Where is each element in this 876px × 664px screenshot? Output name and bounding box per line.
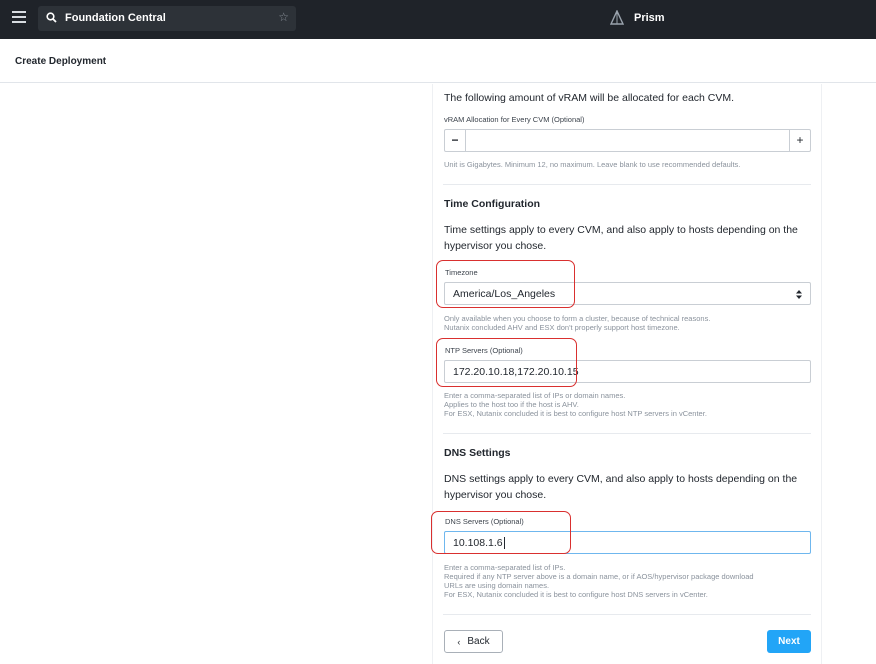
ntp-highlight: [436, 338, 577, 387]
dns-desc-line2: hypervisor you chose.: [444, 489, 547, 501]
select-arrows-icon: [796, 290, 802, 299]
time-config-heading: Time Configuration: [444, 198, 541, 210]
next-button-label: Next: [778, 636, 800, 647]
page-header: Create Deployment: [0, 39, 876, 83]
time-desc-line1: Time settings apply to every CVM, and al…: [444, 224, 798, 236]
star-icon[interactable]: ☆: [278, 10, 289, 24]
timezone-hint-line2: Nutanix concluded AHV and ESX don't prop…: [444, 323, 680, 332]
app-search-box[interactable]: Foundation Central ☆: [38, 6, 296, 31]
back-button-label: Back: [467, 636, 490, 647]
dns-hint-line4: For ESX, Nutanix concluded it is best to…: [444, 590, 708, 599]
ntp-hint-line3: For ESX, Nutanix concluded it is best to…: [444, 409, 707, 418]
dns-highlight: [431, 511, 571, 554]
menu-icon[interactable]: [12, 11, 26, 23]
vram-hint: Unit is Gigabytes. Minimum 12, no maximu…: [444, 160, 741, 169]
search-icon: [46, 12, 57, 23]
vram-increment-button[interactable]: +: [789, 130, 810, 151]
back-button[interactable]: ‹ Back: [444, 630, 503, 653]
next-button[interactable]: Next: [767, 630, 811, 653]
brand-label: Prism: [634, 12, 665, 24]
vram-decrement-button[interactable]: −: [445, 130, 466, 151]
vram-label: vRAM Allocation for Every CVM (Optional): [444, 115, 585, 124]
vram-stepper[interactable]: − +: [444, 129, 811, 152]
section-divider: [443, 184, 811, 185]
app-title: Foundation Central: [65, 12, 166, 24]
time-desc-line2: hypervisor you chose.: [444, 240, 547, 252]
dns-settings-heading: DNS Settings: [444, 447, 511, 459]
prism-brand: Prism: [610, 10, 665, 26]
top-navigation-bar: Foundation Central ☆ Prism: [0, 0, 876, 39]
section-divider: [443, 614, 811, 615]
page-title: Create Deployment: [15, 56, 107, 67]
section-divider: [443, 433, 811, 434]
prism-logo-icon: [610, 10, 624, 25]
chevron-left-icon: ‹: [457, 636, 461, 647]
dns-desc-line1: DNS settings apply to every CVM, and als…: [444, 473, 798, 485]
vram-intro-text: The following amount of vRAM will be all…: [444, 92, 735, 104]
timezone-highlight: [436, 260, 575, 308]
